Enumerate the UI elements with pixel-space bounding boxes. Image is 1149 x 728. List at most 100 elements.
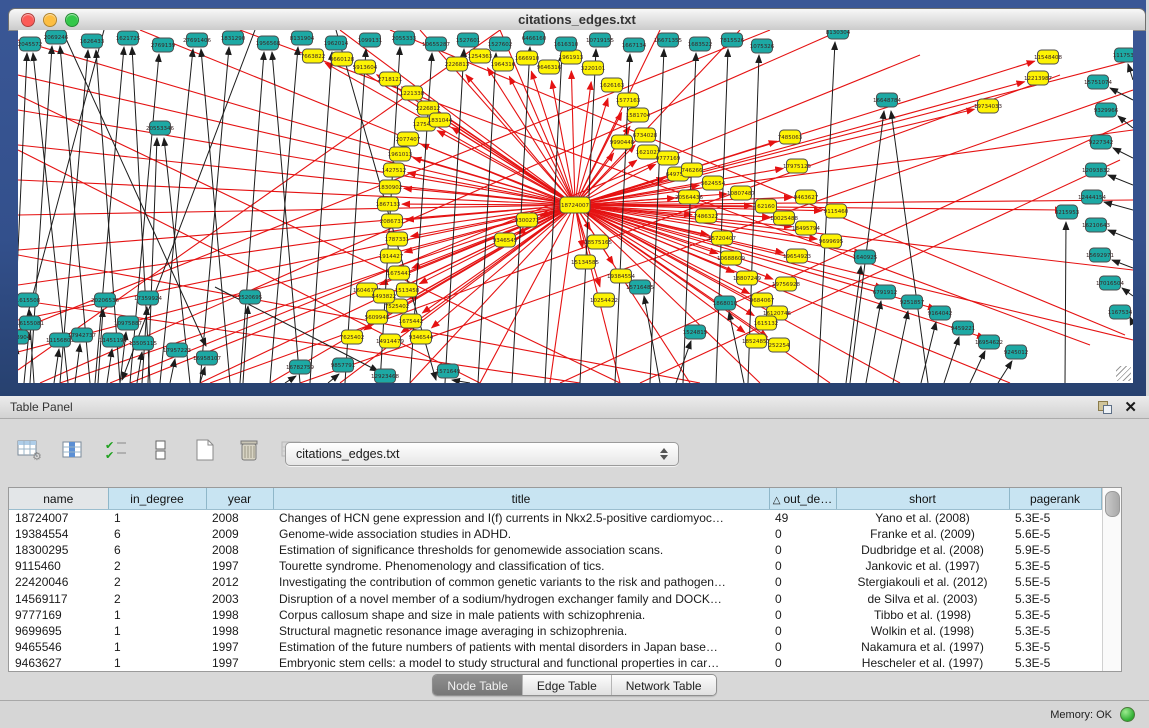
delete-column-icon[interactable] bbox=[234, 436, 264, 464]
table-cell[interactable]: 6 bbox=[108, 542, 206, 558]
table-cell[interactable]: 5.3E-5 bbox=[1009, 639, 1101, 655]
table-cell[interactable]: 6 bbox=[108, 526, 206, 542]
table-cell[interactable]: 9463627 bbox=[9, 655, 108, 671]
table-cell[interactable]: 1 bbox=[108, 623, 206, 639]
table-cell[interactable]: 5.9E-5 bbox=[1009, 542, 1101, 558]
table-cell[interactable]: Corpus callosum shape and size in male p… bbox=[273, 607, 769, 623]
vertical-scrollbar[interactable] bbox=[1102, 488, 1121, 671]
table-cell[interactable]: Estimation of the future numbers of pati… bbox=[273, 639, 769, 655]
table-cell[interactable]: 9115460 bbox=[9, 558, 108, 574]
table-cell[interactable]: Tibbo et al. (1998) bbox=[836, 607, 1009, 623]
table-row[interactable]: 1456911722003Disruption of a novel membe… bbox=[9, 591, 1101, 607]
table-cell[interactable]: 0 bbox=[769, 574, 836, 590]
table-cell[interactable]: Jankovic et al. (1997) bbox=[836, 558, 1009, 574]
row-checklist-icon[interactable]: ✔✔ bbox=[102, 436, 132, 464]
scrollbar-thumb[interactable] bbox=[1105, 491, 1120, 517]
create-column-icon[interactable] bbox=[190, 436, 220, 464]
table-cell[interactable]: Investigating the contribution of common… bbox=[273, 574, 769, 590]
float-panel-icon[interactable] bbox=[1098, 401, 1112, 414]
table-cell[interactable]: 5.5E-5 bbox=[1009, 574, 1101, 590]
table-cell[interactable]: 14569117 bbox=[9, 591, 108, 607]
table-cell[interactable]: 49 bbox=[769, 510, 836, 527]
table-cell[interactable]: 1 bbox=[108, 510, 206, 527]
table-settings-icon[interactable]: ⚙ bbox=[14, 436, 44, 464]
table-cell[interactable]: 2009 bbox=[206, 526, 273, 542]
table-cell[interactable]: Yano et al. (2008) bbox=[836, 510, 1009, 527]
table-cell[interactable]: 0 bbox=[769, 639, 836, 655]
table-cell[interactable]: Estimation of significance thresholds fo… bbox=[273, 542, 769, 558]
column-header-out_de[interactable]: △out_de… bbox=[769, 488, 836, 510]
table-row[interactable]: 946362711997Embryonic stem cells: a mode… bbox=[9, 655, 1101, 671]
table-cell[interactable]: 5.3E-5 bbox=[1009, 510, 1101, 527]
network-canvas[interactable]: 1872400776638228660128591360427181211221… bbox=[18, 30, 1133, 383]
column-header-name[interactable]: name bbox=[9, 488, 108, 510]
table-cell[interactable]: 1 bbox=[108, 639, 206, 655]
tab-network-table[interactable]: Network Table bbox=[612, 675, 716, 695]
table-cell[interactable]: 2 bbox=[108, 591, 206, 607]
table-row[interactable]: 977716911998Corpus callosum shape and si… bbox=[9, 607, 1101, 623]
table-cell[interactable]: Changes of HCN gene expression and I(f) … bbox=[273, 510, 769, 527]
table-cell[interactable]: 1997 bbox=[206, 655, 273, 671]
column-header-in_degree[interactable]: in_degree bbox=[108, 488, 206, 510]
column-header-pagerank[interactable]: pagerank bbox=[1009, 488, 1101, 510]
table-cell[interactable]: 0 bbox=[769, 591, 836, 607]
table-cell[interactable]: 1998 bbox=[206, 607, 273, 623]
table-cell[interactable]: 1 bbox=[108, 655, 206, 671]
table-cell[interactable]: 5.3E-5 bbox=[1009, 591, 1101, 607]
merge-rows-icon[interactable] bbox=[146, 436, 176, 464]
table-cell[interactable]: 1997 bbox=[206, 558, 273, 574]
table-cell[interactable]: Genome-wide association studies in ADHD. bbox=[273, 526, 769, 542]
table-cell[interactable]: 0 bbox=[769, 542, 836, 558]
close-panel-icon[interactable]: ✕ bbox=[1124, 400, 1137, 415]
table-cell[interactable]: 22420046 bbox=[9, 574, 108, 590]
table-cell[interactable]: 0 bbox=[769, 558, 836, 574]
table-cell[interactable]: de Silva et al. (2003) bbox=[836, 591, 1009, 607]
table-cell[interactable]: Tourette syndrome. Phenomenology and cla… bbox=[273, 558, 769, 574]
table-cell[interactable]: 2 bbox=[108, 558, 206, 574]
table-cell[interactable]: 0 bbox=[769, 655, 836, 671]
table-row[interactable]: 946554611997Estimation of the future num… bbox=[9, 639, 1101, 655]
table-cell[interactable]: 9465546 bbox=[9, 639, 108, 655]
table-cell[interactable]: 2008 bbox=[206, 510, 273, 527]
table-row[interactable]: 911546021997Tourette syndrome. Phenomeno… bbox=[9, 558, 1101, 574]
tab-node-table[interactable]: Node Table bbox=[433, 675, 523, 695]
table-cell[interactable]: 0 bbox=[769, 526, 836, 542]
table-row[interactable]: 969969511998Structural magnetic resonanc… bbox=[9, 623, 1101, 639]
tab-edge-table[interactable]: Edge Table bbox=[523, 675, 612, 695]
table-cell[interactable]: Franke et al. (2009) bbox=[836, 526, 1009, 542]
table-cell[interactable]: Dudbridge et al. (2008) bbox=[836, 542, 1009, 558]
table-cell[interactable]: 9777169 bbox=[9, 607, 108, 623]
network-window-titlebar[interactable]: citations_edges.txt bbox=[8, 8, 1146, 31]
column-header-short[interactable]: short bbox=[836, 488, 1009, 510]
table-cell[interactable]: 2008 bbox=[206, 542, 273, 558]
table-cell[interactable]: 5.3E-5 bbox=[1009, 607, 1101, 623]
table-row[interactable]: 2242004622012Investigating the contribut… bbox=[9, 574, 1101, 590]
table-cell[interactable]: 18300295 bbox=[9, 542, 108, 558]
table-cell[interactable]: Wolkin et al. (1998) bbox=[836, 623, 1009, 639]
column-header-title[interactable]: title bbox=[273, 488, 769, 510]
table-row[interactable]: 1830029562008Estimation of significance … bbox=[9, 542, 1101, 558]
table-cell[interactable]: 5.3E-5 bbox=[1009, 623, 1101, 639]
table-cell[interactable]: 0 bbox=[769, 607, 836, 623]
table-cell[interactable]: 0 bbox=[769, 623, 836, 639]
table-cell[interactable]: 1997 bbox=[206, 639, 273, 655]
table-cell[interactable]: Stergiakouli et al. (2012) bbox=[836, 574, 1009, 590]
table-cell[interactable]: 19384554 bbox=[9, 526, 108, 542]
table-cell[interactable]: 5.3E-5 bbox=[1009, 558, 1101, 574]
table-cell[interactable]: 1998 bbox=[206, 623, 273, 639]
table-cell[interactable]: 18724007 bbox=[9, 510, 108, 527]
table-cell[interactable]: 2003 bbox=[206, 591, 273, 607]
table-cell[interactable]: 5.6E-5 bbox=[1009, 526, 1101, 542]
table-cell[interactable]: Disruption of a novel member of a sodium… bbox=[273, 591, 769, 607]
table-row[interactable]: 1872400712008Changes of HCN gene express… bbox=[9, 510, 1101, 527]
table-selector-dropdown[interactable]: citations_edges.txt bbox=[285, 442, 679, 466]
table-cell[interactable]: Structural magnetic resonance image aver… bbox=[273, 623, 769, 639]
table-cell[interactable]: 1 bbox=[108, 607, 206, 623]
table-cell[interactable]: Nakamura et al. (1997) bbox=[836, 639, 1009, 655]
show-columns-icon[interactable] bbox=[58, 436, 88, 464]
table-cell[interactable]: Embryonic stem cells: a model to study s… bbox=[273, 655, 769, 671]
table-cell[interactable]: 2012 bbox=[206, 574, 273, 590]
table-cell[interactable]: 5.3E-5 bbox=[1009, 655, 1101, 671]
table-cell[interactable]: 2 bbox=[108, 574, 206, 590]
table-row[interactable]: 1938455462009Genome-wide association stu… bbox=[9, 526, 1101, 542]
